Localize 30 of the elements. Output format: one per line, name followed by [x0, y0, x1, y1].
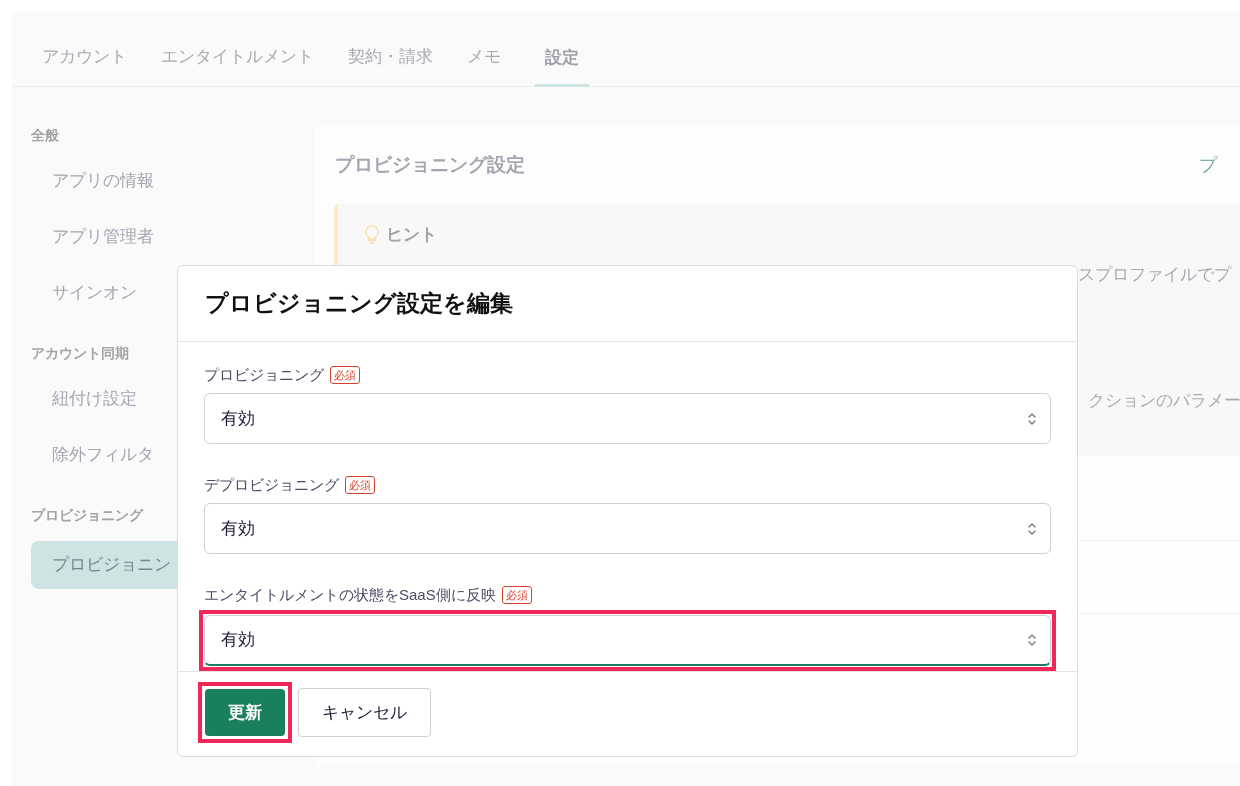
required-badge: 必須 — [501, 586, 532, 604]
chevron-updown-icon — [1028, 521, 1036, 536]
tab[interactable]: 設定 — [535, 44, 589, 87]
select-field[interactable]: 有効 — [204, 393, 1051, 444]
chevron-updown-icon — [1028, 633, 1036, 647]
tab[interactable]: アカウント — [42, 43, 127, 86]
update-button[interactable]: 更新 — [205, 689, 285, 736]
section-heading: プロビジョニング — [31, 506, 145, 525]
cancel-button[interactable]: キャンセル — [298, 688, 431, 737]
required-badge: 必須 — [345, 476, 375, 494]
hint-text: スプロファイルでプ — [1078, 264, 1231, 286]
panel-title: プロビジョニング設定 — [335, 152, 525, 177]
section-heading: アカウント同期 — [31, 344, 130, 363]
select-field[interactable]: 有効 — [204, 503, 1051, 554]
lightbulb-icon — [364, 224, 380, 245]
chevron-updown-icon — [1028, 411, 1036, 426]
field-label: プロビジョニング — [204, 364, 324, 385]
dialog-title: プロビジョニング設定を編集 — [205, 289, 513, 319]
sidebar-item[interactable]: アプリの情報 — [31, 161, 302, 201]
tab[interactable]: 契約・請求 — [348, 43, 433, 86]
hint-title: ヒント — [386, 224, 437, 246]
sidebar-item[interactable]: アプリ管理者 — [31, 217, 302, 257]
section-heading: 全般 — [31, 126, 60, 145]
tab[interactable]: メモ — [467, 43, 501, 86]
hint-text: クションのパラメー — [1088, 390, 1240, 412]
field-label: デプロビジョニング — [204, 474, 339, 495]
required-badge: 必須 — [330, 366, 360, 384]
tab[interactable]: エンタイトルメント — [161, 43, 314, 86]
link[interactable]: プ — [1199, 151, 1217, 179]
select-field[interactable]: 有効 — [204, 615, 1051, 666]
